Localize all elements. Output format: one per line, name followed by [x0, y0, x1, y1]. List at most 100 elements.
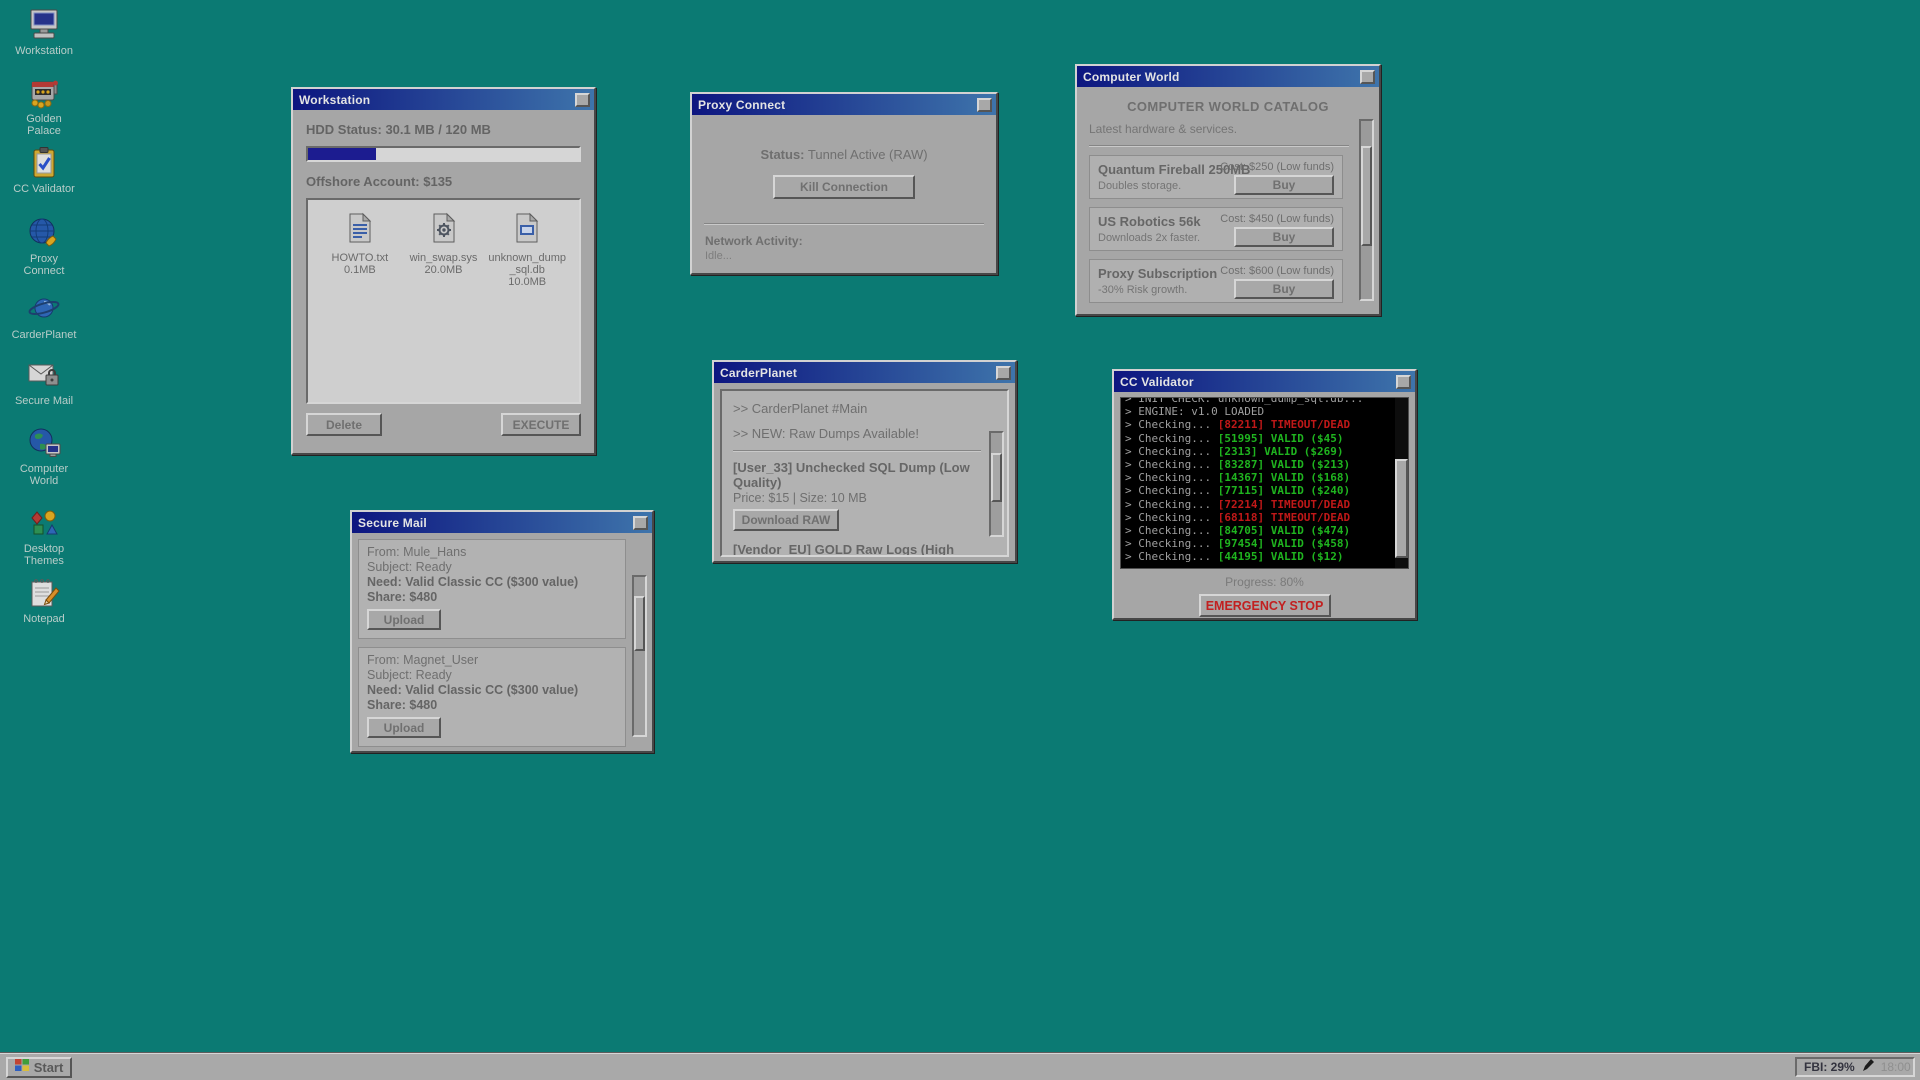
- file-item[interactable]: win_swap.sys20.0MB: [402, 212, 486, 402]
- titlebar-workstation[interactable]: Workstation: [293, 89, 594, 110]
- window-button[interactable]: [996, 366, 1011, 380]
- terminal-scrollbar[interactable]: [1395, 398, 1408, 568]
- desktop-icon-label: Computer World: [18, 463, 70, 487]
- desktop-icon-label: CarderPlanet: [6, 329, 82, 341]
- download-raw-button[interactable]: Download RAW: [733, 509, 839, 531]
- buy-button[interactable]: Buy: [1234, 175, 1334, 195]
- listing-title: [Vendor_EU] GOLD Raw Logs (High Potentia…: [733, 542, 981, 557]
- titlebar-computer-world[interactable]: Computer World: [1077, 66, 1379, 87]
- window-button[interactable]: [575, 93, 590, 107]
- terminal-line: > INIT CHECK: unknown_dump_sql.db...: [1125, 397, 1404, 405]
- mail-share: Share: $480: [367, 590, 617, 605]
- kill-connection-button[interactable]: Kill Connection: [773, 175, 915, 199]
- hdd-progress-fill: [308, 148, 376, 160]
- status-value: Tunnel Active (RAW): [805, 147, 928, 162]
- titlebar-secure-mail[interactable]: Secure Mail: [352, 512, 652, 533]
- window-cc-validator: CC Validator > INIT CHECK: unknown_dump_…: [1112, 369, 1417, 620]
- terminal-line: > Checking... [44195] VALID ($12): [1125, 550, 1404, 563]
- progress-label: Progress: 80%: [1120, 575, 1409, 589]
- terminal-line: > Checking... [51995] VALID ($45): [1125, 432, 1404, 445]
- buy-button[interactable]: Buy: [1234, 279, 1334, 299]
- windows-flag-icon: [15, 1058, 30, 1077]
- desktop-icon-secure-mail[interactable]: Secure Mail: [6, 358, 82, 407]
- upload-button[interactable]: Upload: [367, 717, 441, 738]
- file-list: HOWTO.txt0.1MB win_swap.sys20.0MB unknow…: [306, 198, 581, 404]
- catalog-scrollbar[interactable]: [1359, 119, 1374, 301]
- window-button[interactable]: [633, 516, 648, 530]
- proxy-status: Status: Tunnel Active (RAW): [692, 147, 996, 162]
- desktop-icon-notepad[interactable]: Notepad: [6, 576, 82, 625]
- titlebar-cc-validator[interactable]: CC Validator: [1114, 371, 1415, 392]
- window-button[interactable]: [977, 98, 992, 112]
- scrollbar-thumb[interactable]: [1361, 146, 1372, 246]
- mail-scrollbar[interactable]: [632, 575, 647, 737]
- start-button[interactable]: Start: [6, 1057, 72, 1078]
- themes-icon: [6, 506, 82, 540]
- desktop-icon-carderplanet[interactable]: CarderPlanet: [6, 292, 82, 341]
- taskbar: Start FBI: 29% 18:00: [0, 1053, 1920, 1080]
- titlebar-carderplanet[interactable]: CarderPlanet: [714, 362, 1015, 383]
- status-label: Status:: [760, 147, 804, 162]
- terminal-line: > Checking... [97454] VALID ($458): [1125, 537, 1404, 550]
- forum-panel: >> CarderPlanet #Main >> NEW: Raw Dumps …: [720, 389, 1009, 557]
- desktop-icon-label: Proxy Connect: [18, 253, 70, 277]
- scrollbar-thumb[interactable]: [1395, 459, 1408, 558]
- desktop-icon-cc-validator[interactable]: CC Validator: [6, 146, 82, 195]
- window-secure-mail: Secure Mail From: Mule_Hans Subject: Rea…: [350, 510, 654, 753]
- scrollbar-thumb[interactable]: [991, 453, 1002, 502]
- ringed-planet-icon: [6, 292, 82, 326]
- start-label: Start: [34, 1060, 64, 1075]
- buy-button[interactable]: Buy: [1234, 227, 1334, 247]
- desktop-icon-proxy-connect[interactable]: Proxy Connect: [6, 216, 82, 277]
- window-button[interactable]: [1360, 70, 1375, 84]
- delete-button[interactable]: Delete: [306, 413, 382, 436]
- divider: [1089, 145, 1349, 147]
- window-proxy-connect: Proxy Connect Status: Tunnel Active (RAW…: [690, 92, 998, 275]
- forum-line: >> CarderPlanet #Main: [733, 401, 981, 416]
- terminal-line: > Checking... [68118] TIMEOUT/DEAD: [1125, 511, 1404, 524]
- mail-subject: Subject: Ready: [367, 560, 617, 575]
- desktop-icon-desktop-themes[interactable]: Desktop Themes: [6, 506, 82, 567]
- hdd-status-label: HDD Status: 30.1 MB / 120 MB: [306, 122, 581, 137]
- terminal-line: > Checking... [82211] TIMEOUT/DEAD: [1125, 418, 1404, 431]
- scrollbar-thumb[interactable]: [634, 596, 645, 651]
- emergency-stop-button[interactable]: EMERGENCY STOP: [1199, 594, 1331, 617]
- mail-item: From: Mule_Hans Subject: Ready Need: Val…: [358, 539, 626, 639]
- mail-subject: Subject: Ready: [367, 668, 617, 683]
- file-name: unknown_dump_sql.db: [488, 252, 566, 276]
- clock: 18:00: [1881, 1060, 1911, 1074]
- window-workstation: Workstation HDD Status: 30.1 MB / 120 MB…: [291, 87, 596, 455]
- terminal-line: > Checking... [77115] VALID ($240): [1125, 484, 1404, 497]
- mail-item: From: Magnet_User Subject: Ready Need: V…: [358, 647, 626, 747]
- file-name: HOWTO.txt: [332, 252, 389, 264]
- mail-from: From: Magnet_User: [367, 653, 617, 668]
- validator-terminal: > INIT CHECK: unknown_dump_sql.db... > E…: [1120, 397, 1409, 569]
- file-item[interactable]: unknown_dump_sql.db10.0MB: [485, 212, 569, 402]
- text-file-icon: [346, 212, 374, 249]
- file-item[interactable]: HOWTO.txt0.1MB: [318, 212, 402, 402]
- slot-machine-icon: [6, 76, 82, 110]
- terminal-line: > Checking... [2313] VALID ($269): [1125, 445, 1404, 458]
- execute-button[interactable]: EXECUTE: [501, 413, 581, 436]
- upload-button[interactable]: Upload: [367, 609, 441, 630]
- notepad-pencil-icon: [6, 576, 82, 610]
- desktop-icon-label: Workstation: [6, 45, 82, 57]
- window-title: Workstation: [299, 93, 575, 107]
- desktop-icon-golden-palace[interactable]: Golden Palace: [6, 76, 82, 137]
- window-button[interactable]: [1396, 375, 1411, 389]
- forum-line: >> NEW: Raw Dumps Available!: [733, 426, 981, 441]
- desktop-icon-label: CC Validator: [6, 183, 82, 195]
- desktop-icon-computer-world[interactable]: Computer World: [6, 426, 82, 487]
- pen-icon: [1861, 1058, 1875, 1077]
- mail-share: Share: $480: [367, 698, 617, 713]
- system-file-icon: [430, 212, 458, 249]
- terminal-line: > ENGINE: v1.0 LOADED: [1125, 405, 1404, 418]
- window-title: Proxy Connect: [698, 98, 977, 112]
- titlebar-proxy-connect[interactable]: Proxy Connect: [692, 94, 996, 115]
- listing-meta: Price: $15 | Size: 10 MB: [733, 491, 981, 505]
- desktop-icon-workstation[interactable]: Workstation: [6, 8, 82, 57]
- desktop-icon-label: Golden Palace: [18, 113, 70, 137]
- mail-need: Need: Valid Classic CC ($300 value): [367, 683, 617, 698]
- forum-scrollbar[interactable]: [989, 431, 1004, 537]
- window-title: CarderPlanet: [720, 366, 996, 380]
